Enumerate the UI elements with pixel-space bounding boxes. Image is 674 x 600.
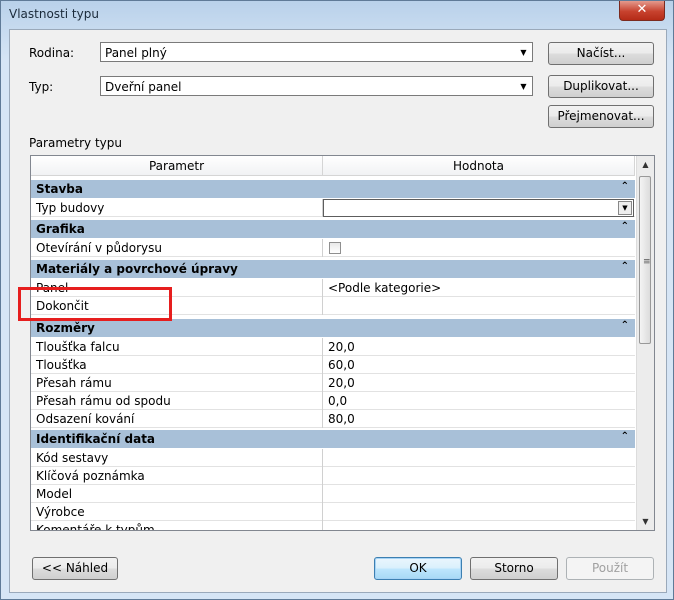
param-value[interactable] xyxy=(323,297,635,315)
group-rozmery[interactable]: Rozměry ⌃ xyxy=(31,319,635,338)
type-properties-dialog: Vlastnosti typu ✕ Rodina: Panel plný ▼ N… xyxy=(0,0,674,600)
param-name: Kód sestavy xyxy=(31,449,323,467)
chevron-down-icon: ▼ xyxy=(520,81,527,91)
group-label: Rozměry xyxy=(36,321,95,335)
collapse-icon[interactable]: ⌃ xyxy=(621,261,629,272)
scroll-down-icon[interactable]: ▼ xyxy=(637,513,654,530)
group-label: Stavba xyxy=(36,182,83,196)
group-label: Grafika xyxy=(36,222,85,236)
grip-icon: ≡ xyxy=(643,257,651,267)
scroll-thumb[interactable]: ≡ xyxy=(639,176,651,344)
param-name: Přesah rámu od spodu xyxy=(31,392,323,410)
preview-button[interactable]: << Náhled xyxy=(32,557,118,580)
title-bar: Vlastnosti typu ✕ xyxy=(1,1,673,29)
table-row[interactable]: Tloušťka falcu 20,0 xyxy=(31,338,635,356)
type-parameters-label: Parametry typu xyxy=(29,136,122,150)
param-value[interactable]: 80,0 xyxy=(323,410,635,428)
param-name: Komentáře k typům xyxy=(31,521,323,530)
table-row[interactable]: Odsazení kování 80,0 xyxy=(31,410,635,428)
param-value[interactable]: 20,0 xyxy=(323,338,635,356)
cancel-button[interactable]: Storno xyxy=(470,557,558,580)
ok-button[interactable]: OK xyxy=(374,557,462,580)
collapse-icon[interactable]: ⌃ xyxy=(621,181,629,192)
table-row[interactable]: Klíčová poznámka xyxy=(31,467,635,485)
param-name: Otevírání v půdorysu xyxy=(31,239,323,257)
param-value[interactable] xyxy=(323,521,635,530)
table-row[interactable]: Tloušťka 60,0 xyxy=(31,356,635,374)
family-select[interactable]: Panel plný ▼ xyxy=(100,42,533,62)
type-select[interactable]: Dveřní panel ▼ xyxy=(100,76,533,96)
param-name: Přesah rámu xyxy=(31,374,323,392)
type-label: Typ: xyxy=(29,80,54,94)
plan-swing-checkbox[interactable] xyxy=(329,242,341,254)
duplicate-button[interactable]: Duplikovat... xyxy=(548,75,654,98)
type-value: Dveřní panel xyxy=(105,80,182,94)
chevron-down-icon[interactable]: ▼ xyxy=(618,201,632,215)
family-label: Rodina: xyxy=(29,46,75,60)
group-grafika[interactable]: Grafika ⌃ xyxy=(31,220,635,239)
table-row[interactable]: Přesah rámu 20,0 xyxy=(31,374,635,392)
column-header-value[interactable]: Hodnota xyxy=(323,156,635,176)
param-value[interactable]: 60,0 xyxy=(323,356,635,374)
collapse-icon[interactable]: ⌃ xyxy=(621,320,629,331)
param-name: Tloušťka falcu xyxy=(31,338,323,356)
param-name: Typ budovy xyxy=(31,199,323,217)
table-row[interactable]: Typ budovy ▼ xyxy=(31,199,635,217)
param-value[interactable] xyxy=(323,467,635,485)
collapse-icon[interactable]: ⌃ xyxy=(621,431,629,442)
param-value[interactable] xyxy=(323,503,635,521)
window-title: Vlastnosti typu xyxy=(9,7,99,21)
type-parameters-grid: Parametr Hodnota Stavba ⌃ Typ budovy ▼ G… xyxy=(30,155,655,531)
load-button[interactable]: Načíst... xyxy=(548,42,654,65)
group-identifikace[interactable]: Identifikační data ⌃ xyxy=(31,430,635,449)
close-button[interactable]: ✕ xyxy=(619,1,665,21)
scroll-up-icon[interactable]: ▲ xyxy=(637,156,654,173)
param-value[interactable] xyxy=(323,449,635,467)
param-name: Model xyxy=(31,485,323,503)
group-label: Materiály a povrchové úpravy xyxy=(36,262,238,276)
param-value[interactable]: 20,0 xyxy=(323,374,635,392)
building-type-dropdown[interactable]: ▼ xyxy=(323,199,634,217)
table-row[interactable]: Výrobce xyxy=(31,503,635,521)
param-name: Výrobce xyxy=(31,503,323,521)
table-row[interactable]: Kód sestavy xyxy=(31,449,635,467)
param-name: Klíčová poznámka xyxy=(31,467,323,485)
group-stavba[interactable]: Stavba ⌃ xyxy=(31,180,635,199)
collapse-icon[interactable]: ⌃ xyxy=(621,221,629,232)
param-name: Odsazení kování xyxy=(31,410,323,428)
param-value[interactable]: 0,0 xyxy=(323,392,635,410)
highlight-box xyxy=(18,287,172,321)
param-value[interactable] xyxy=(323,485,635,503)
group-label: Identifikační data xyxy=(36,432,156,446)
param-value[interactable]: <Podle kategorie> xyxy=(323,279,635,297)
param-value xyxy=(323,239,635,257)
table-row[interactable]: Komentáře k typům xyxy=(31,521,635,530)
group-materialy[interactable]: Materiály a povrchové úpravy ⌃ xyxy=(31,260,635,279)
column-header-parameter[interactable]: Parametr xyxy=(31,156,323,176)
vertical-scrollbar[interactable]: ▲ ≡ ▼ xyxy=(636,156,654,530)
table-row[interactable]: Přesah rámu od spodu 0,0 xyxy=(31,392,635,410)
table-row[interactable]: Model xyxy=(31,485,635,503)
table-row[interactable]: Otevírání v půdorysu xyxy=(31,239,635,257)
rename-button[interactable]: Přejmenovat... xyxy=(548,105,654,128)
param-name: Tloušťka xyxy=(31,356,323,374)
family-value: Panel plný xyxy=(105,46,167,60)
apply-button[interactable]: Použít xyxy=(566,557,654,580)
close-icon: ✕ xyxy=(636,2,648,17)
chevron-down-icon: ▼ xyxy=(520,47,527,57)
